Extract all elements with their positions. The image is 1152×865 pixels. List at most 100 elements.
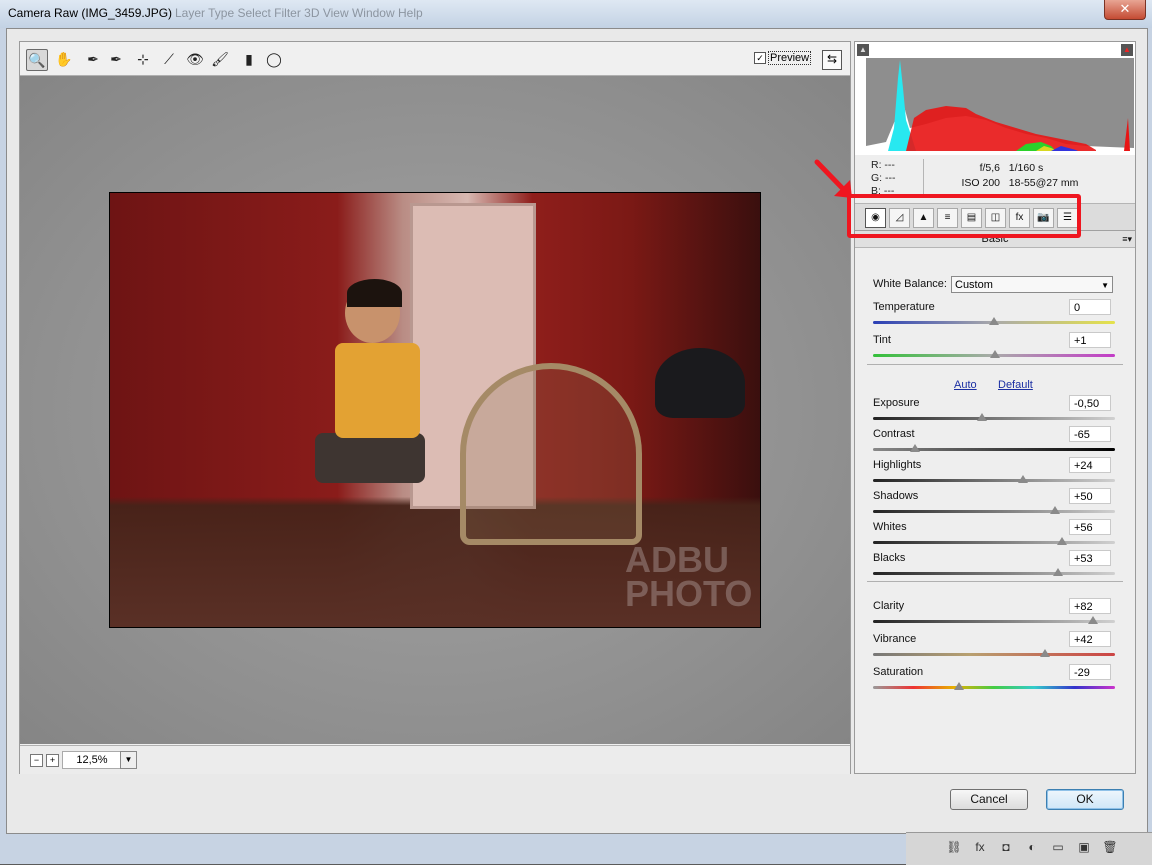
highlights-value-field[interactable]: +24 bbox=[1069, 457, 1111, 473]
background-menu-bar: Layer Type Select Filter 3D View Window … bbox=[175, 6, 423, 20]
white-balance-select[interactable]: Custom ▼ bbox=[951, 276, 1113, 293]
graduated-filter-tool-icon[interactable]: ▮ bbox=[239, 49, 259, 69]
mask-icon[interactable]: ◘ bbox=[998, 839, 1014, 855]
white-balance-tool-icon[interactable]: ✒ bbox=[83, 49, 103, 69]
shadows-slider-thumb[interactable] bbox=[1049, 506, 1060, 514]
whites-slider-track[interactable] bbox=[873, 541, 1115, 544]
image-pane: ✓ Preview ⇆ 🔍 ✋ ✒ ✒ ⊹ ⟋ 👁 🖌 ▮ ◯ ADBU PHO… bbox=[19, 41, 851, 774]
vibrance-label: Vibrance bbox=[873, 633, 917, 645]
cancel-button[interactable]: Cancel bbox=[950, 789, 1028, 810]
vibrance-slider-track[interactable] bbox=[873, 653, 1115, 656]
camera-raw-window: Camera Raw (IMG_3459.JPG) Layer Type Sel… bbox=[0, 0, 1152, 865]
preview-canvas[interactable]: ADBU PHOTO bbox=[20, 76, 850, 744]
zoom-dropdown-icon[interactable]: ▼ bbox=[120, 751, 137, 769]
saturation-slider-thumb[interactable] bbox=[953, 682, 964, 690]
tabs-highlight-annotation bbox=[847, 194, 1081, 238]
zoom-level-field[interactable]: 12,5% bbox=[62, 751, 122, 769]
folder-icon[interactable]: ▭ bbox=[1050, 839, 1066, 855]
clarity-slider-thumb[interactable] bbox=[1088, 616, 1099, 624]
saturation-label: Saturation bbox=[873, 666, 924, 678]
photo-child bbox=[295, 279, 425, 483]
histogram-plot bbox=[866, 58, 1134, 151]
photo-watermark: ADBU PHOTO bbox=[625, 539, 753, 614]
link-icon[interactable]: ⛓ bbox=[946, 839, 962, 855]
preview-checkbox[interactable]: ✓ bbox=[754, 52, 766, 65]
title-bar[interactable]: Camera Raw (IMG_3459.JPG) Layer Type Sel… bbox=[0, 0, 1152, 28]
color-sampler-tool-icon[interactable]: ✒ bbox=[106, 49, 126, 69]
whites-label: Whites bbox=[873, 521, 907, 533]
zoom-out-button[interactable]: − bbox=[30, 754, 43, 767]
adjustment-brush-tool-icon[interactable]: 🖌 bbox=[210, 49, 230, 69]
tint-label: Tint bbox=[873, 334, 891, 346]
shadows-label: Shadows bbox=[873, 490, 919, 502]
red-eye-tool-icon[interactable]: 👁 bbox=[185, 49, 205, 69]
highlights-label: Highlights bbox=[873, 459, 922, 471]
trash-icon[interactable]: 🗑 bbox=[1102, 839, 1118, 855]
photo-preview: ADBU PHOTO bbox=[109, 192, 761, 628]
radial-filter-tool-icon[interactable]: ◯ bbox=[264, 49, 284, 69]
saturation-value-field[interactable]: -29 bbox=[1069, 664, 1111, 680]
tool-bar: ✓ Preview ⇆ 🔍 ✋ ✒ ✒ ⊹ ⟋ 👁 🖌 ▮ ◯ bbox=[20, 42, 850, 76]
temperature-value-field[interactable]: 0 bbox=[1069, 299, 1111, 315]
vibrance-slider-thumb[interactable] bbox=[1039, 649, 1050, 657]
camera-info: f/5,6 1/160 s ISO 200 18-55@27 mm bbox=[950, 161, 1078, 191]
panel-menu-icon[interactable]: ≡▾ bbox=[1122, 231, 1132, 247]
saturation-slider-track[interactable] bbox=[873, 686, 1115, 689]
temperature-label: Temperature bbox=[873, 301, 935, 313]
fx-icon[interactable]: fx bbox=[972, 839, 988, 855]
chevron-down-icon: ▼ bbox=[1101, 281, 1109, 290]
layers-footer: ⛓ fx ◘ ◐ ▭ ▣ 🗑 bbox=[906, 832, 1152, 865]
highlight-clipping-icon[interactable]: ▲ bbox=[1121, 44, 1133, 56]
shadows-slider-track[interactable] bbox=[873, 510, 1115, 513]
ok-button[interactable]: OK bbox=[1046, 789, 1124, 810]
window-title: Camera Raw (IMG_3459.JPG) bbox=[8, 6, 173, 20]
tint-value-field[interactable]: +1 bbox=[1069, 332, 1111, 348]
contrast-value-field[interactable]: -65 bbox=[1069, 426, 1111, 442]
clarity-slider-track[interactable] bbox=[873, 620, 1115, 623]
annotation-arrow bbox=[814, 159, 852, 198]
hand-tool-icon[interactable]: ✋ bbox=[54, 49, 74, 69]
exposure-slider-thumb[interactable] bbox=[976, 413, 987, 421]
blacks-value-field[interactable]: +53 bbox=[1069, 550, 1111, 566]
zoom-in-button[interactable]: + bbox=[46, 754, 59, 767]
shadow-clipping-icon[interactable]: ▲ bbox=[857, 44, 869, 56]
blacks-slider-thumb[interactable] bbox=[1053, 568, 1064, 576]
zoom-tool-icon[interactable]: 🔍 bbox=[26, 49, 48, 71]
photo-chair bbox=[460, 363, 642, 545]
white-balance-label: White Balance: bbox=[873, 278, 947, 290]
dialog-body: ✓ Preview ⇆ 🔍 ✋ ✒ ✒ ⊹ ⟋ 👁 🖌 ▮ ◯ ADBU PHO… bbox=[6, 28, 1148, 834]
histogram: ▲ ▲ bbox=[855, 42, 1135, 155]
adjustment-icon[interactable]: ◐ bbox=[1024, 839, 1040, 855]
new-layer-icon[interactable]: ▣ bbox=[1076, 839, 1092, 855]
preview-label: Preview bbox=[768, 51, 812, 65]
whites-value-field[interactable]: +56 bbox=[1069, 519, 1111, 535]
clarity-value-field[interactable]: +82 bbox=[1069, 598, 1111, 614]
zoom-bar: − + 12,5% ▼ bbox=[20, 745, 850, 774]
exposure-value-field[interactable]: -0,50 bbox=[1069, 395, 1111, 411]
auto-link[interactable]: Auto bbox=[954, 379, 977, 391]
blacks-label: Blacks bbox=[873, 552, 906, 564]
highlights-slider-thumb[interactable] bbox=[1018, 475, 1029, 483]
contrast-slider-track[interactable] bbox=[873, 448, 1115, 451]
vibrance-value-field[interactable]: +42 bbox=[1069, 631, 1111, 647]
contrast-label: Contrast bbox=[873, 428, 915, 440]
exposure-slider-track[interactable] bbox=[873, 417, 1115, 420]
targeted-adjustment-tool-icon[interactable]: ⊹ bbox=[133, 49, 153, 69]
exposure-label: Exposure bbox=[873, 397, 920, 409]
temperature-slider-thumb[interactable] bbox=[989, 317, 999, 325]
iso: ISO 200 bbox=[961, 177, 1000, 189]
contrast-slider-thumb[interactable] bbox=[910, 444, 921, 452]
photo-helmet bbox=[655, 348, 745, 418]
fullscreen-toggle-icon[interactable]: ⇆ bbox=[822, 50, 842, 70]
whites-slider-thumb[interactable] bbox=[1056, 537, 1067, 545]
close-button[interactable]: ✕ bbox=[1104, 0, 1146, 20]
highlights-slider-track[interactable] bbox=[873, 479, 1115, 482]
lens: 18-55@27 mm bbox=[1008, 177, 1079, 189]
preview-toggle[interactable]: ✓ Preview bbox=[754, 51, 812, 65]
shadows-value-field[interactable]: +50 bbox=[1069, 488, 1111, 504]
tint-slider-thumb[interactable] bbox=[990, 350, 1001, 358]
clarity-label: Clarity bbox=[873, 600, 905, 612]
blacks-slider-track[interactable] bbox=[873, 572, 1115, 575]
default-link[interactable]: Default bbox=[998, 379, 1033, 391]
crop-tool-icon[interactable]: ⟋ bbox=[159, 49, 179, 69]
